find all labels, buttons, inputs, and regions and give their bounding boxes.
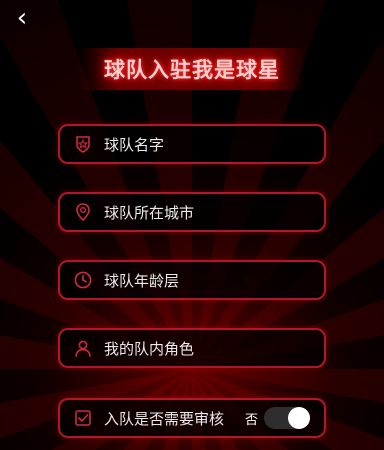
clock-icon	[72, 269, 94, 291]
team-badge-icon	[72, 133, 94, 155]
team-age-field[interactable]: 球队年龄层	[58, 260, 326, 300]
user-icon	[72, 337, 94, 359]
review-toggle[interactable]: 否	[245, 407, 310, 429]
review-required-label: 入队是否需要审核	[104, 409, 225, 428]
team-role-label: 我的队内角色	[104, 339, 195, 358]
checkbox-icon	[72, 407, 94, 429]
team-name-label: 球队名字	[104, 135, 165, 154]
team-name-field[interactable]: 球队名字	[58, 124, 326, 164]
chevron-left-icon: ‹	[16, 3, 28, 33]
review-required-field: 入队是否需要审核 否	[58, 398, 326, 438]
toggle-label: 否	[244, 412, 258, 428]
back-button[interactable]: ‹	[10, 3, 34, 33]
team-city-field[interactable]: 球队所在城市	[58, 192, 326, 232]
page-title: 球队入驻我是球星	[104, 58, 280, 82]
team-role-field[interactable]: 我的队内角色	[58, 328, 326, 368]
page-title-banner: 球队入驻我是球星	[78, 48, 306, 90]
toggle-switch[interactable]	[264, 407, 310, 429]
team-age-label: 球队年龄层	[104, 271, 180, 290]
location-pin-icon	[72, 201, 94, 223]
team-city-label: 球队所在城市	[104, 203, 195, 222]
toggle-knob	[288, 407, 310, 429]
